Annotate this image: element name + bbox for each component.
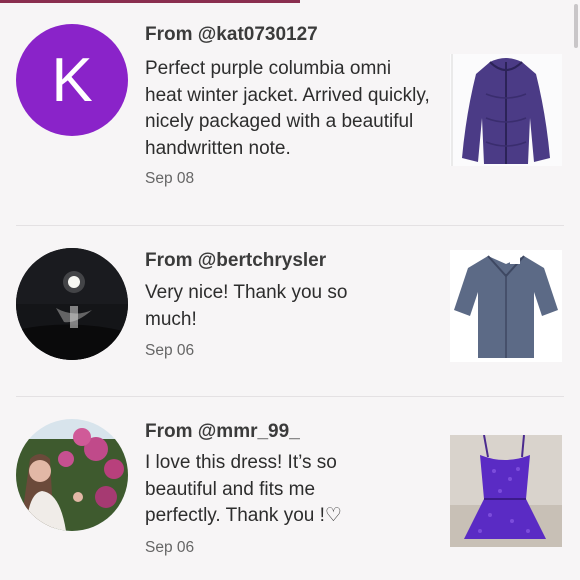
review-author[interactable]: From @kat0730127 (145, 24, 318, 46)
item-thumbnail[interactable] (450, 250, 562, 362)
review-author[interactable]: From @mmr_99_ (145, 421, 300, 443)
review-date: Sep 06 (145, 342, 195, 359)
avatar-letter: K (51, 45, 93, 115)
review-author[interactable]: From @bertchrysler (145, 250, 326, 272)
dress-image (450, 435, 562, 547)
avatar[interactable]: K (16, 24, 128, 136)
review-date: Sep 08 (145, 170, 195, 187)
shirt-image (450, 250, 562, 362)
review-text: Perfect purple columbia omni heat winter… (145, 58, 430, 159)
review-item: From @bertchrysler Very nice! Thank you … (0, 226, 580, 396)
woman-flowers-photo (16, 419, 128, 531)
avatar[interactable] (16, 248, 128, 360)
item-thumbnail[interactable] (450, 54, 562, 166)
review-text: Very nice! Thank you so much! (145, 282, 348, 330)
moon-ocean-photo (16, 248, 128, 360)
review-item: From @mmr_99_ I love this dress! It’s so… (0, 397, 580, 580)
review-text: I love this dress! It’s so beautiful and… (145, 452, 342, 526)
item-thumbnail[interactable] (450, 435, 562, 547)
jacket-image (450, 54, 562, 166)
review-item: K From @kat0730127 Perfect purple columb… (0, 0, 580, 225)
review-date: Sep 06 (145, 539, 195, 556)
avatar[interactable] (16, 419, 128, 531)
